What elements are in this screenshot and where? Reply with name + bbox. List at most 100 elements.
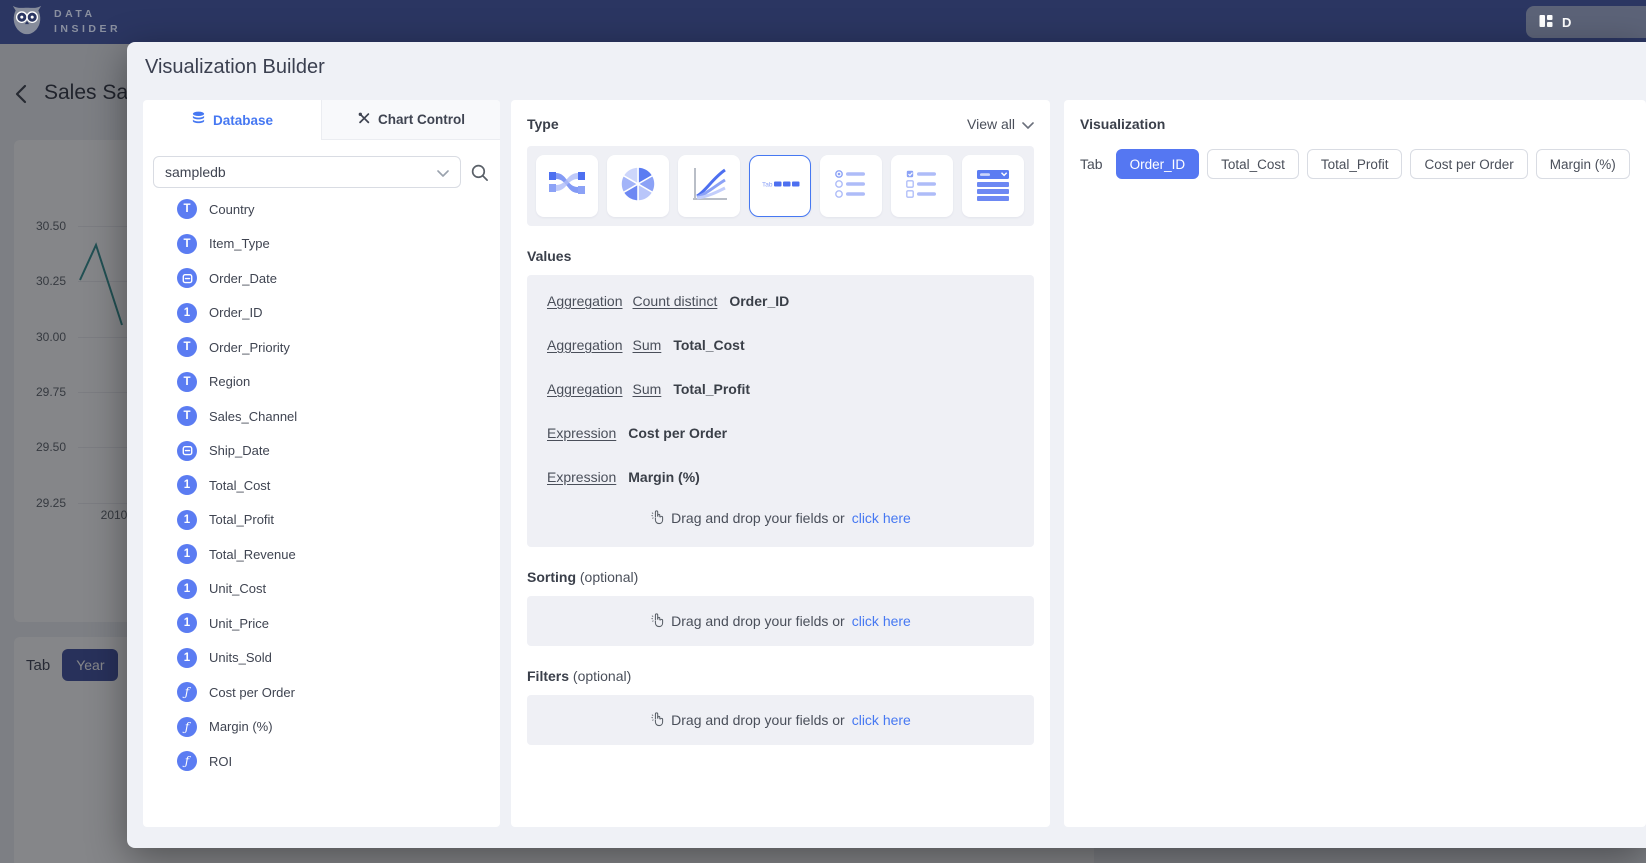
field-name: Region <box>209 374 250 389</box>
field-name: Order_Date <box>209 271 277 286</box>
field-name: Units_Sold <box>209 650 272 665</box>
radio-list-icon <box>829 162 873 211</box>
expression-link[interactable]: Expression <box>547 425 616 441</box>
visualization-builder-modal: Visualization Builder Database <box>127 42 1646 848</box>
type-option-tab[interactable]: Tab <box>749 155 811 217</box>
values-drop-hint: Drag and drop your fields orclick here <box>547 503 1014 533</box>
value-field-name: Margin (%) <box>628 469 700 485</box>
tab-database[interactable]: Database <box>143 100 321 140</box>
value-row: AggregationSumTotal_Profit <box>547 367 1014 411</box>
chevron-down-icon <box>1022 116 1034 132</box>
text-type-icon: T <box>177 337 197 357</box>
screen: DATA INSIDER D Sales Sa 30.5030.2530.002… <box>0 0 1646 863</box>
values-drop-zone[interactable]: AggregationCount distinctOrder_IDAggrega… <box>527 275 1034 547</box>
preview-tab-chip[interactable]: Total_Cost <box>1207 149 1299 179</box>
preview-tab-chip[interactable]: Total_Profit <box>1307 149 1403 179</box>
field-name: Unit_Price <box>209 616 269 631</box>
tab-database-label: Database <box>213 113 273 128</box>
click-here-link[interactable]: click here <box>852 510 911 526</box>
field-name: Total_Profit <box>209 512 274 527</box>
values-heading: Values <box>527 248 1034 264</box>
database-select[interactable]: sampledb <box>153 156 461 188</box>
type-option-checkbox-list[interactable] <box>891 155 953 217</box>
date-type-icon <box>177 268 197 288</box>
svg-text:Tab: Tab <box>762 181 773 188</box>
filters-drop-zone[interactable]: Drag and drop your fields or click here <box>527 695 1034 745</box>
field-row[interactable]: Order_Date <box>143 261 500 296</box>
field-row[interactable]: 1Total_Revenue <box>143 537 500 572</box>
field-name: Margin (%) <box>209 719 273 734</box>
field-name: Total_Revenue <box>209 547 296 562</box>
field-row[interactable]: 1Order_ID <box>143 296 500 331</box>
preview-tab-chip[interactable]: Cost per Order <box>1410 149 1527 179</box>
sankey-chart-icon <box>545 162 589 211</box>
sorting-drop-zone[interactable]: Drag and drop your fields orclick here <box>527 596 1034 646</box>
field-row[interactable]: TSales_Channel <box>143 399 500 434</box>
preview-tab-chip[interactable]: Margin (%) <box>1536 149 1630 179</box>
type-heading: Type <box>527 116 559 132</box>
field-name: Item_Type <box>209 236 270 251</box>
type-option-radio-list[interactable] <box>820 155 882 217</box>
view-all-label: View all <box>967 116 1015 132</box>
click-here-link[interactable]: click here <box>852 712 911 728</box>
line-chart-icon <box>687 162 731 211</box>
type-option-sankey-chart[interactable] <box>536 155 598 217</box>
value-row: AggregationSumTotal_Cost <box>547 323 1014 367</box>
field-row[interactable]: ƒMargin (%) <box>143 710 500 745</box>
field-row[interactable]: TOrder_Priority <box>143 330 500 365</box>
preview-tab-label: Tab <box>1080 156 1103 172</box>
type-options: Tab <box>527 146 1034 226</box>
field-row[interactable]: ƒCost per Order <box>143 675 500 710</box>
aggregation-link[interactable]: Aggregation <box>547 337 623 353</box>
config-panel: Type View all Tab <box>511 100 1050 827</box>
tools-icon <box>357 111 371 128</box>
app-header: DATA INSIDER D <box>0 0 1646 44</box>
field-row[interactable]: T Item_Type <box>143 227 500 262</box>
field-row[interactable]: TCountry <box>143 192 500 227</box>
field-row[interactable]: TRegion <box>143 365 500 400</box>
filters-drop-hint: Drag and drop your fields or click here <box>650 711 911 730</box>
field-row[interactable]: 1Units_Sold <box>143 641 500 676</box>
database-icon <box>191 111 206 129</box>
search-icon[interactable] <box>470 162 490 182</box>
drag-hand-icon <box>650 612 664 631</box>
value-row: AggregationCount distinctOrder_ID <box>547 279 1014 323</box>
expression-link[interactable]: Expression <box>547 469 616 485</box>
sum-link[interactable]: Sum <box>633 381 662 397</box>
preview-tab-chips: Order_IDTotal_Cost Total_ProfitCost per O… <box>1116 149 1630 179</box>
view-all-button[interactable]: View all <box>967 116 1034 132</box>
drop-hint-text: Drag and drop your fields or <box>671 712 845 728</box>
text-type-icon: T <box>177 234 197 254</box>
click-here-link[interactable]: click here <box>852 613 911 629</box>
dashboards-nav-button[interactable]: D <box>1526 6 1646 38</box>
type-option-dropdown[interactable] <box>962 155 1024 217</box>
tab-icon: Tab <box>758 162 802 211</box>
field-row[interactable]: 1Total_Cost <box>143 468 500 503</box>
drag-hand-icon <box>650 711 664 730</box>
preview-panel: Visualization Tab Order_IDTotal_CostTota… <box>1064 100 1646 827</box>
type-option-pie-chart[interactable] <box>607 155 669 217</box>
preview-tab-chip[interactable]: Order_ID <box>1116 149 1200 179</box>
value-row: ExpressionCost per Order <box>547 411 1014 455</box>
sum-link[interactable]: Sum <box>633 337 662 353</box>
aggregation-link[interactable]: Aggregation <box>547 381 623 397</box>
type-option-line-chart[interactable] <box>678 155 740 217</box>
field-name: Sales_Channel <box>209 409 297 424</box>
field-row[interactable]: Ship_Date <box>143 434 500 469</box>
field-row[interactable]: 1Total_Profit <box>143 503 500 538</box>
tab-chart-control[interactable]: Chart Control <box>321 100 500 140</box>
field-row[interactable]: 1Unit_Cost <box>143 572 500 607</box>
sorting-drop-hint: Drag and drop your fields orclick here <box>650 612 911 631</box>
number-type-icon: 1 <box>177 303 197 323</box>
field-row[interactable]: 1 Unit_Price <box>143 606 500 641</box>
aggregation-link[interactable]: Aggregation <box>547 293 623 309</box>
number-type-icon: 1 <box>177 613 197 633</box>
field-name: Unit_Cost <box>209 581 266 596</box>
function-type-icon: ƒ <box>177 682 197 702</box>
field-row[interactable]: ƒ ROI <box>143 744 500 779</box>
count-distinct-link[interactable]: Count distinct <box>633 293 718 309</box>
function-type-icon: ƒ <box>177 751 197 771</box>
field-name: Ship_Date <box>209 443 270 458</box>
field-name: ROI <box>209 754 232 769</box>
field-name: Country <box>209 202 255 217</box>
